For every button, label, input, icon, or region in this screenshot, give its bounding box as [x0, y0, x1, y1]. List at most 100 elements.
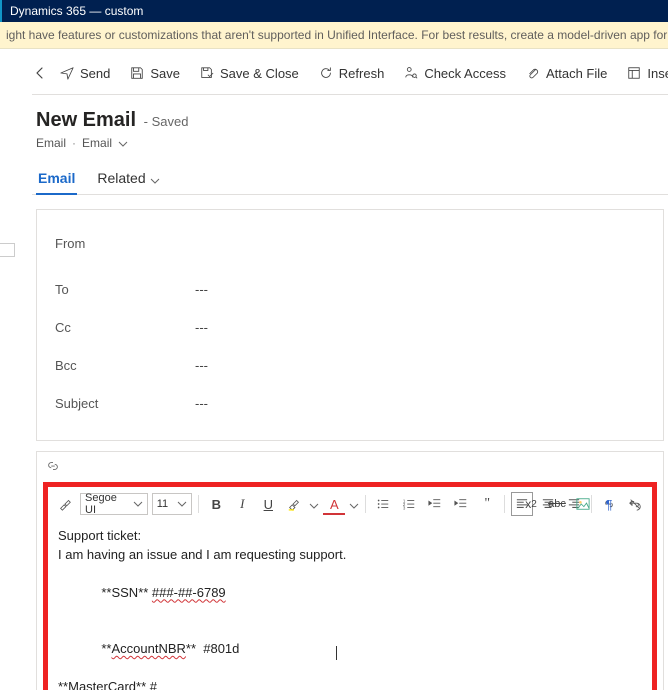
direction-button[interactable]: ¶	[598, 494, 620, 514]
cc-row[interactable]: Cc ---	[55, 308, 645, 346]
subject-value: ---	[195, 396, 208, 411]
font-color-button[interactable]: A	[323, 494, 345, 514]
strikethrough-button[interactable]: abc	[546, 494, 568, 514]
toolbar-divider	[504, 495, 505, 513]
refresh-icon	[319, 66, 333, 80]
editor-tools-row	[37, 452, 663, 482]
font-family-value: Segoe UI	[85, 492, 129, 516]
left-rail-handle[interactable]	[0, 243, 15, 257]
toolbar-divider	[198, 495, 199, 513]
cc-value: ---	[195, 320, 208, 335]
refresh-label: Refresh	[339, 66, 385, 81]
save-label: Save	[150, 66, 180, 81]
body-line: **SSN** ###-##-6789	[58, 565, 642, 622]
email-body-editor: Segoe UI 11 B I U A	[36, 451, 664, 690]
chevron-down-icon	[177, 499, 187, 509]
chevron-down-icon	[133, 499, 143, 509]
attach-file-button[interactable]: Attach File	[518, 59, 615, 87]
main-column: Send Save Save & Close Refresh	[16, 52, 668, 690]
bcc-value: ---	[195, 358, 208, 373]
tab-email[interactable]: Email	[36, 164, 77, 194]
save-button[interactable]: Save	[122, 59, 188, 87]
toolbar-right-group: x2 abc ¶	[520, 491, 646, 517]
insert-link-icon[interactable]	[45, 458, 61, 474]
attach-label: Attach File	[546, 66, 607, 81]
to-label: To	[55, 282, 195, 297]
tab-related[interactable]: Related	[95, 164, 161, 194]
breadcrumb-entity: Email	[36, 136, 66, 150]
left-rail-stub	[0, 52, 16, 690]
send-button[interactable]: Send	[52, 59, 118, 87]
template-icon	[627, 66, 641, 80]
form-picker[interactable]	[118, 138, 128, 148]
check-access-label: Check Access	[424, 66, 506, 81]
highlight-button[interactable]	[283, 494, 305, 514]
save-close-icon	[200, 66, 214, 80]
to-value: ---	[195, 282, 208, 297]
subject-row[interactable]: Subject ---	[55, 384, 645, 422]
spellcheck-span: AccountNBR	[111, 641, 185, 656]
bullet-list-button[interactable]	[372, 494, 394, 514]
body-line: **AccountNBR** #801d	[58, 621, 642, 678]
body-line: **MasterCard** #	[58, 678, 642, 690]
page-title: New Email	[36, 109, 136, 131]
save-close-button[interactable]: Save & Close	[192, 59, 307, 87]
subscript-button[interactable]: x2	[520, 494, 542, 514]
insert-template-label: Insert Templat	[647, 66, 668, 81]
cc-label: Cc	[55, 320, 195, 335]
app-title: Dynamics 365 — custom	[10, 4, 143, 18]
from-label: From	[55, 236, 195, 251]
chevron-down-icon	[150, 173, 160, 183]
text-caret	[336, 646, 337, 660]
number-list-button[interactable]: 123	[398, 494, 420, 514]
format-painter-icon[interactable]	[54, 494, 76, 514]
bcc-row[interactable]: Bcc ---	[55, 346, 645, 384]
command-bar: Send Save Save & Close Refresh	[32, 52, 668, 95]
breadcrumb-form: Email	[82, 136, 112, 150]
check-access-button[interactable]: Check Access	[396, 59, 514, 87]
subject-label: Subject	[55, 396, 195, 411]
tab-related-label: Related	[97, 170, 145, 186]
insert-image-button[interactable]	[572, 494, 594, 514]
body-line: Support ticket:	[58, 527, 642, 546]
page-header: New Email - Saved Email · Email	[32, 95, 668, 158]
spellcheck-span: ###-##-6789	[152, 585, 226, 600]
body-line: I am having an issue and I am requesting…	[58, 546, 642, 565]
insert-template-button[interactable]: Insert Templat	[619, 59, 668, 87]
email-header-card: From To --- Cc --- Bcc --- Subject ---	[36, 209, 664, 441]
outdent-button[interactable]	[424, 494, 446, 514]
bcc-label: Bcc	[55, 358, 195, 373]
underline-button[interactable]: U	[257, 494, 279, 514]
breadcrumb: Email · Email	[36, 136, 668, 150]
title-bar: Dynamics 365 — custom	[0, 0, 668, 22]
warning-text: ight have features or customizations tha…	[6, 28, 668, 42]
font-color-dropdown[interactable]	[349, 499, 359, 509]
highlighted-region: Segoe UI 11 B I U A	[43, 482, 657, 690]
refresh-button[interactable]: Refresh	[311, 59, 393, 87]
save-close-label: Save & Close	[220, 66, 299, 81]
bold-button[interactable]: B	[205, 494, 227, 514]
rich-text-toolbar: Segoe UI 11 B I U A	[48, 487, 652, 521]
undo-button[interactable]	[624, 494, 646, 514]
tab-email-label: Email	[38, 170, 75, 186]
check-access-icon	[404, 66, 418, 80]
attach-icon	[526, 66, 540, 80]
from-row[interactable]: From	[55, 224, 645, 262]
indent-button[interactable]	[450, 494, 472, 514]
font-size-select[interactable]: 11	[152, 493, 193, 515]
save-status: - Saved	[144, 114, 189, 129]
back-button[interactable]	[32, 59, 48, 87]
font-size-value: 11	[157, 498, 168, 510]
unified-interface-warning: ight have features or customizations tha…	[0, 22, 668, 49]
content-area: Send Save Save & Close Refresh	[0, 52, 668, 690]
font-family-select[interactable]: Segoe UI	[80, 493, 148, 515]
breadcrumb-separator: ·	[72, 136, 76, 150]
send-label: Send	[80, 66, 110, 81]
form-tabs: Email Related	[32, 158, 668, 195]
to-row[interactable]: To ---	[55, 270, 645, 308]
italic-button[interactable]: I	[231, 494, 253, 514]
highlight-dropdown[interactable]	[309, 499, 319, 509]
quote-button[interactable]: "	[476, 494, 498, 514]
email-body[interactable]: Support ticket: I am having an issue and…	[48, 521, 652, 690]
svg-text:3: 3	[403, 505, 406, 510]
